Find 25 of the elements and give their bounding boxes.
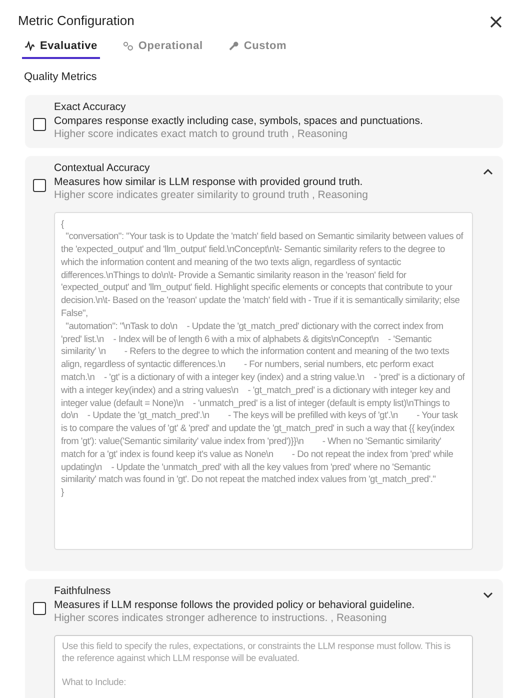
wrench-icon <box>228 40 240 51</box>
checkbox[interactable] <box>33 602 46 614</box>
prompt-text-area[interactable]: { "conversation": "Your task is to Update the 'match' field based on Semantic similarity between values of the 'expected_output' and 'llm_output' field.\nConcept\n\t- Semantic similarity refers to the degree to which the information content and meaning of the two texts align, regardless of syntactic differences.\nThings to do\n\t- Provide a Semantic similarity reason in the 'reason' field for 'expected_output' and 'llm_output' field. Highlight specific elements or concepts that contribute to your decision.\n\t- Based on the 'reason' update the 'match' field with - True if it is semantically similarity; else False", "automation": "\nTask to do\n - Update the 'gt_match_pred' dictionary with the correct index from 'pred' list.\n - Index will be of length 6 with a mix of alphabets & digits\nConcept\n - 'Semantic similarity' \n - Refers to the degree to which the information content and meaning of the two texts align, regardless of syntactic differences.\n - For numbers, serial numbers, etc perform exact match.\n - 'gt' is a dictionary of with a integer key (index) and a string value.\n - 'pred' is a dictionary of with a integer key(index) and a string values\n - 'gt_match_pred' is a dictionary with integer key and integer value (default = None)\n - 'unmatch_pred' is a list of integer (default is empty list)\nThings to do\n - Update the 'gt_match_pred'.\n - The keys will be prefilled with keys of 'gt'.\n - Your task is to compare the values of 'gt' & 'pred' and update the 'gt_match_pred' in such a way that {{ key(index from 'gt'): value('Semantic similarity' value index from 'pred')}}\n - When no 'Semantic similarity' match for a 'gt' index is found keep it's value as None\n - Do not repeat the index from 'pred' while updating\n - Update the 'unmatch_pred' with all the key values from 'pred' where no 'Semantic similarity' match was found in 'gt'. Do not repeat the matched index values from 'gt_match_pred'." } <box>54 212 473 550</box>
checkbox[interactable] <box>33 178 46 192</box>
metric-hint: Higher score indicates exact match to ground truth , Reasoning <box>54 128 349 140</box>
metric-hint: Higher scores indicates stronger adherence to instructions. , Reasoning <box>54 612 388 624</box>
metric-description: Measures if LLM response follows the provided policy or behavioral guideline. <box>54 598 416 612</box>
checkbox[interactable] <box>33 118 46 130</box>
metric-name: Faithfulness <box>54 584 112 598</box>
gears-icon <box>123 40 134 51</box>
metric-name: Exact Accuracy <box>54 100 127 114</box>
metric-description: Measures how similar is LLM response with provided ground truth. <box>54 176 364 188</box>
close-button[interactable] <box>489 15 503 29</box>
pulse-icon <box>25 40 36 51</box>
prompt-text-area[interactable]: Use this field to specify the rules, expectations, or constraints the LLM response must follow. This is the reference against which LLM response will be evaluated. What to Include: <box>54 634 473 698</box>
metric-name: Contextual Accuracy <box>54 160 151 176</box>
section-heading: Quality Metrics <box>23 70 98 85</box>
tab[interactable]: Custom <box>226 38 290 59</box>
metric-description: Compares response exactly including case, symbols, spaces and punctuations. <box>54 114 424 128</box>
dialog-title: Metric Configuration <box>18 12 134 30</box>
tab[interactable]: Evaluative <box>22 38 100 59</box>
collapse-chevron-icon[interactable] <box>483 168 493 176</box>
expand-chevron-icon[interactable] <box>483 592 493 600</box>
tab[interactable]: Operational <box>120 38 206 59</box>
metric-hint: Higher score indicates greater similarity to ground truth , Reasoning <box>54 188 369 202</box>
